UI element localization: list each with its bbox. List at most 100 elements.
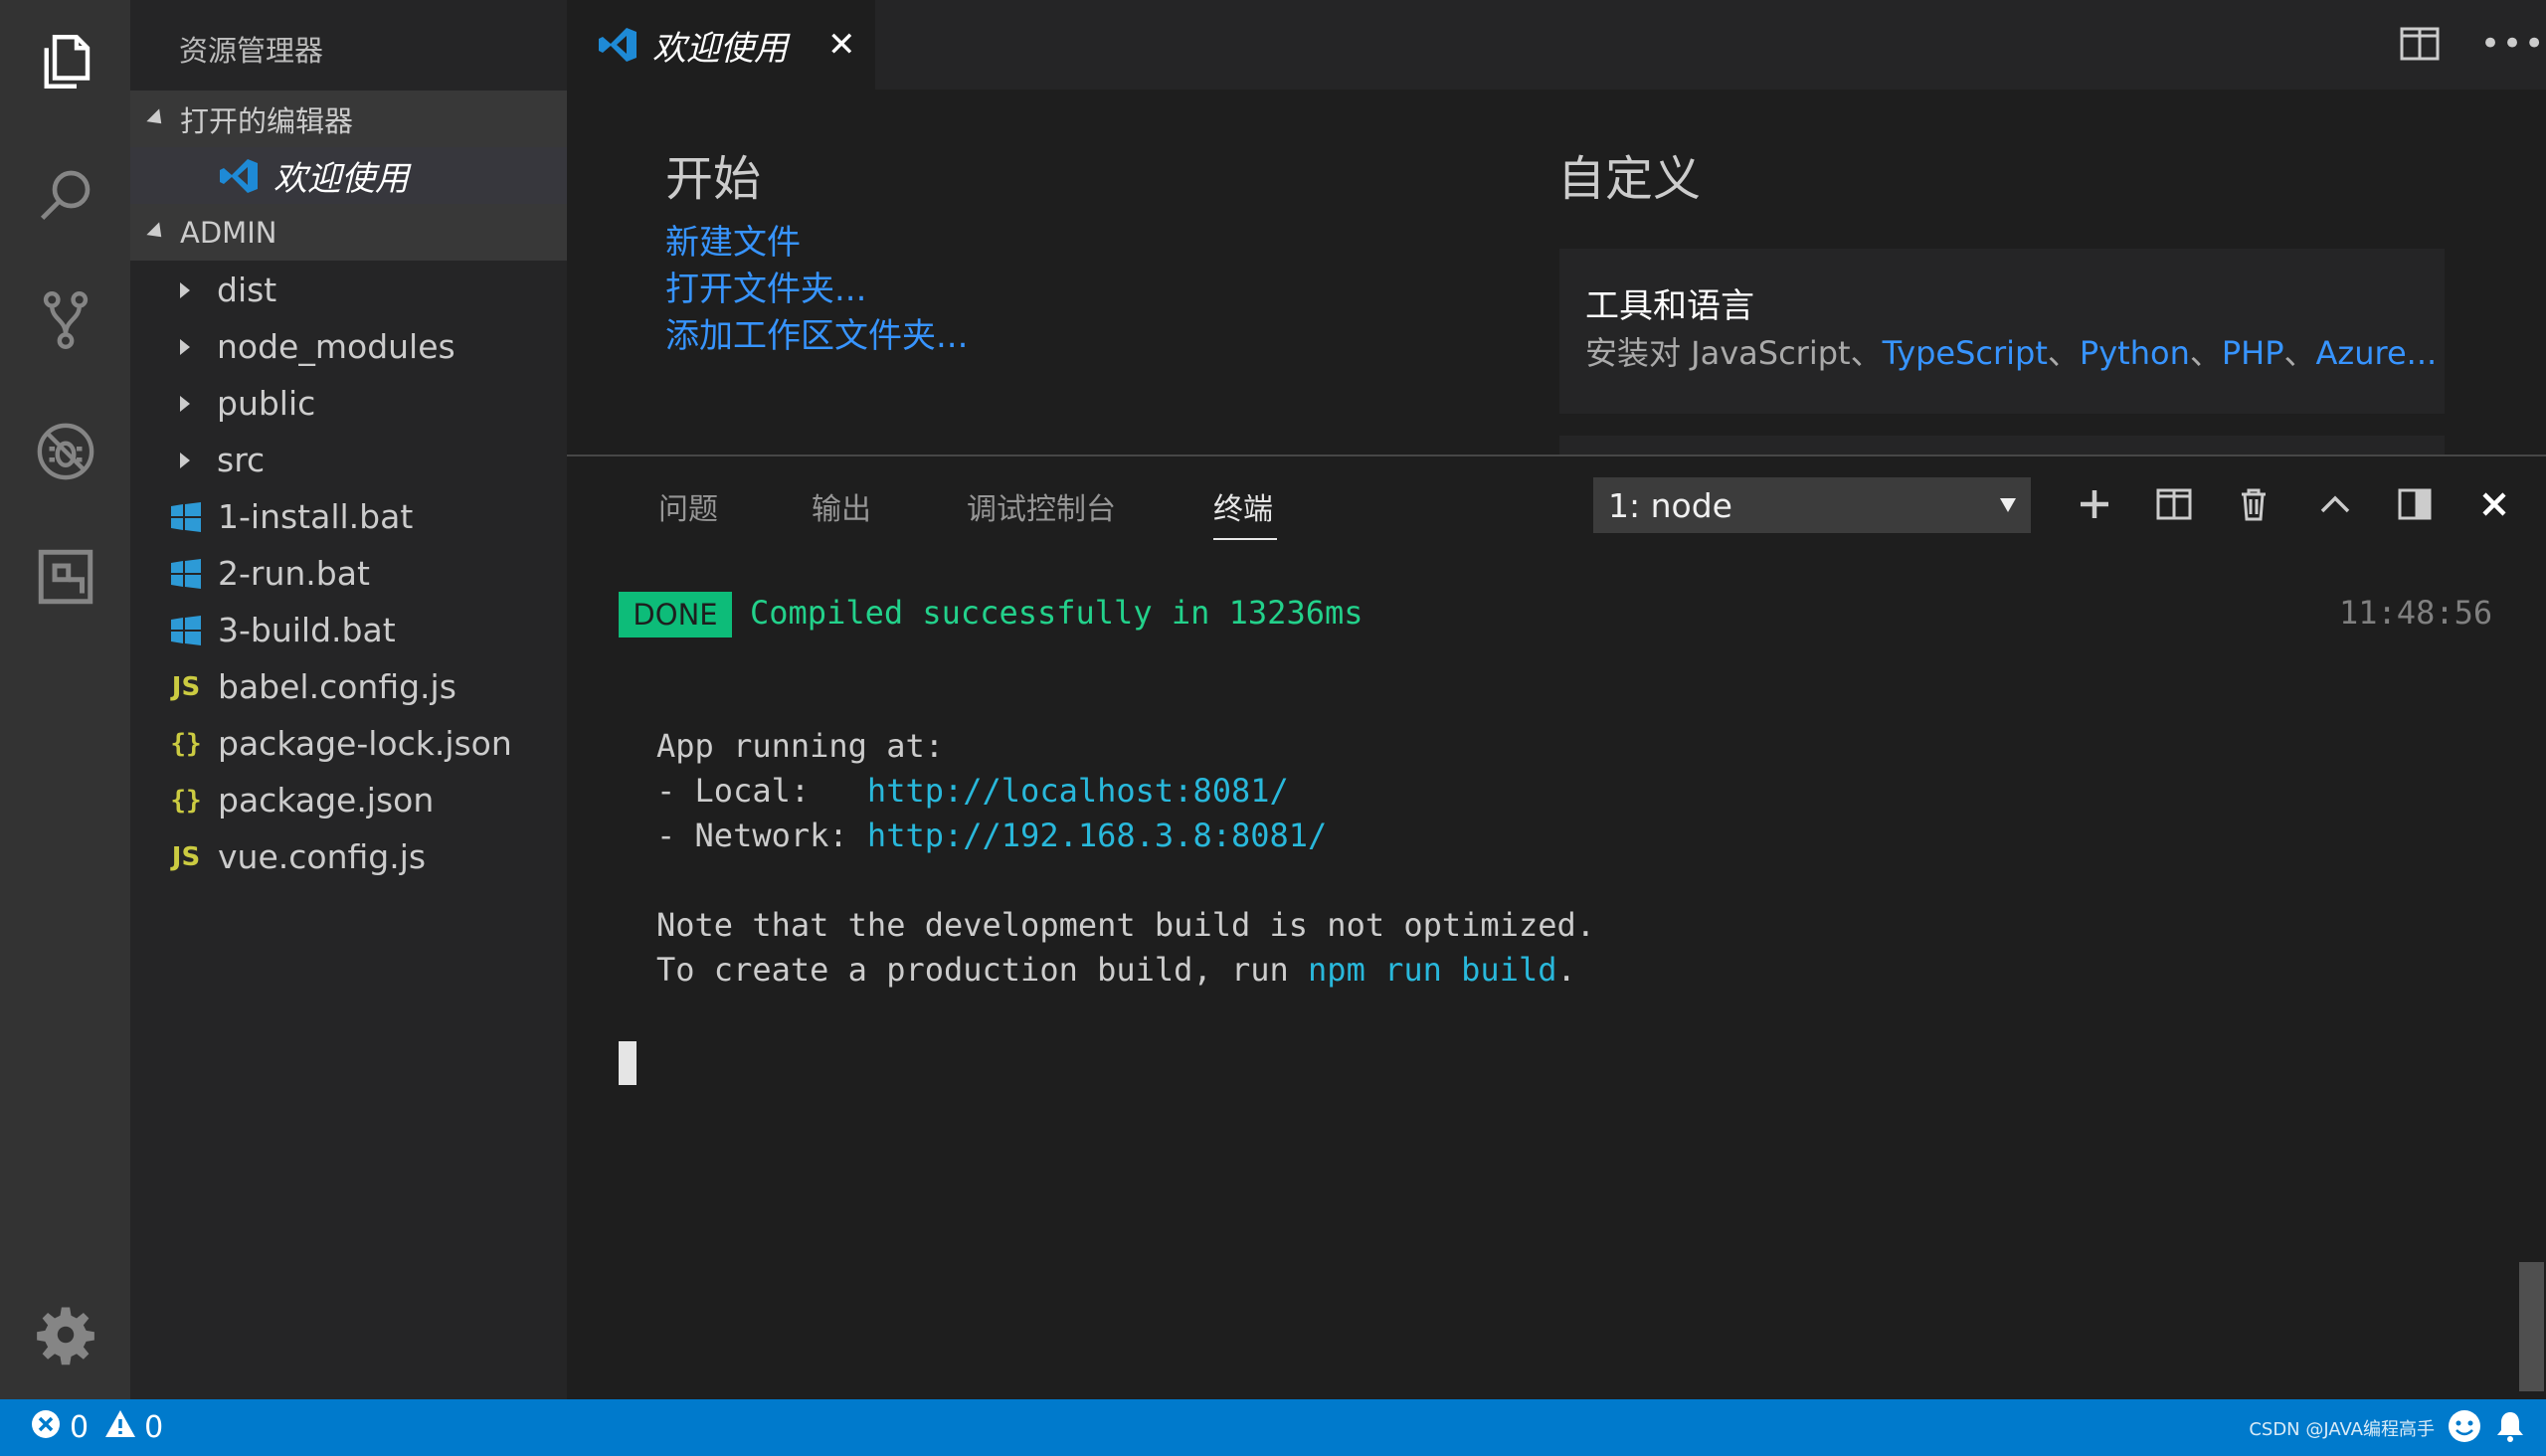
file-label: babel.config.js — [218, 667, 456, 706]
chevron-right-icon — [180, 395, 190, 412]
more-actions-icon[interactable]: ••• — [2480, 24, 2546, 64]
vscode-icon — [218, 157, 260, 195]
python-link[interactable]: Python — [2080, 334, 2190, 372]
note-line-2: To create a production build, run npm ru… — [656, 951, 1576, 989]
search-icon[interactable] — [0, 135, 130, 255]
file-label: vue.config.js — [218, 837, 427, 876]
folder-label: public — [217, 384, 316, 423]
tab-problems[interactable]: 问题 — [658, 484, 718, 528]
tree-folder-dist[interactable]: dist — [130, 262, 567, 318]
tree-file-package-json[interactable]: {} package.json — [130, 772, 567, 828]
tab-output[interactable]: 输出 — [812, 484, 871, 528]
feedback-icon[interactable] — [2447, 1408, 2482, 1448]
debug-icon[interactable] — [0, 392, 130, 511]
app-running-text: App running at: — [656, 727, 944, 765]
workspace-section[interactable]: ADMIN — [130, 204, 567, 261]
tree-folder-src[interactable]: src — [130, 432, 567, 488]
tab-welcome[interactable]: 欢迎使用 ✕ — [567, 0, 875, 90]
windows-icon — [168, 615, 204, 646]
explorer-icon[interactable] — [0, 2, 130, 121]
customize-heading: 自定义 — [1557, 151, 1702, 207]
extensions-icon[interactable] — [0, 517, 130, 637]
start-heading: 开始 — [665, 151, 762, 207]
tab-label: 欢迎使用 — [652, 28, 788, 69]
npm-command: npm run build — [1308, 951, 1557, 989]
split-editor-icon[interactable] — [2400, 26, 2440, 66]
tree-file-babel-config[interactable]: JS babel.config.js — [130, 658, 567, 715]
gear-icon[interactable] — [0, 1275, 130, 1394]
error-icon — [30, 1408, 62, 1448]
compiled-message: Compiled successfully in 13236ms — [750, 594, 1364, 632]
source-control-icon[interactable] — [0, 261, 130, 380]
local-url-link[interactable]: http://localhost:8081/ — [867, 772, 1289, 810]
typescript-link[interactable]: TypeScript — [1883, 334, 2048, 372]
trash-icon[interactable] — [2222, 472, 2285, 536]
file-label: package.json — [218, 781, 435, 819]
activity-bar — [0, 0, 130, 1399]
new-terminal-icon[interactable] — [2063, 472, 2126, 536]
chevron-right-icon — [180, 452, 190, 468]
windows-icon — [168, 501, 204, 533]
azure-link[interactable]: Azure... — [2316, 334, 2438, 372]
note-line-1: Note that the development build is not o… — [656, 906, 1596, 944]
tools-languages-card[interactable]: 工具和语言 安装对 JavaScript、TypeScript、Python、P… — [1559, 249, 2445, 414]
open-editor-item[interactable]: 欢迎使用 — [130, 147, 567, 204]
file-label: 3-build.bat — [218, 611, 396, 649]
tree-folder-public[interactable]: public — [130, 375, 567, 432]
toggle-panel-position-icon[interactable] — [2383, 472, 2447, 536]
network-label: - Network: — [656, 817, 867, 854]
split-terminal-icon[interactable] — [2142, 472, 2206, 536]
json-icon: {} — [170, 728, 202, 759]
local-line: - Local: http://localhost:8081/ — [656, 772, 1289, 810]
tab-terminal[interactable]: 终端 — [1213, 484, 1273, 528]
terminal-cursor — [619, 1041, 636, 1085]
tree-file-1-install-bat[interactable]: 1-install.bat — [130, 488, 567, 545]
folder-label: src — [217, 441, 266, 479]
problems-status[interactable]: 0 0 — [30, 1408, 163, 1448]
php-link[interactable]: PHP — [2222, 334, 2284, 372]
timestamp: 11:48:56 — [2339, 594, 2493, 632]
active-tab-indicator — [1213, 538, 1277, 540]
file-label: 2-run.bat — [218, 554, 370, 593]
network-url-link[interactable]: http://192.168.3.8:8081/ — [867, 817, 1327, 854]
add-workspace-folder-link[interactable]: 添加工作区文件夹... — [665, 308, 968, 357]
tree-file-3-build-bat[interactable]: 3-build.bat — [130, 602, 567, 658]
watermark: CSDN @JAVA编程高手 — [2249, 1418, 2435, 1440]
new-file-link[interactable]: 新建文件 — [665, 215, 801, 264]
note-suffix: . — [1556, 951, 1576, 989]
next-card — [1559, 436, 2445, 455]
tree-file-vue-config[interactable]: JS vue.config.js — [130, 828, 567, 885]
terminal-select-value: 1: node — [1608, 485, 1732, 525]
terminal-scrollbar[interactable] — [2519, 1262, 2544, 1391]
done-badge: DONE — [619, 592, 732, 637]
separator: 、 — [2283, 334, 2316, 372]
open-folder-link[interactable]: 打开文件夹... — [665, 262, 866, 310]
tree-folder-node-modules[interactable]: node_modules — [130, 318, 567, 375]
vscode-icon — [597, 26, 638, 64]
bell-icon[interactable] — [2494, 1409, 2526, 1447]
close-icon[interactable]: ✕ — [827, 25, 856, 65]
close-icon[interactable] — [2462, 472, 2526, 536]
tab-debug-console[interactable]: 调试控制台 — [967, 484, 1116, 528]
folder-label: dist — [217, 271, 277, 309]
chevron-right-icon — [180, 338, 190, 355]
terminal-select[interactable]: 1: node — [1593, 477, 2031, 533]
note-prefix: To create a production build, run — [656, 951, 1309, 989]
card-title: 工具和语言 — [1585, 286, 1754, 326]
tree-file-package-lock[interactable]: {} package-lock.json — [130, 715, 567, 772]
json-icon: {} — [170, 785, 202, 816]
warning-count: 0 — [144, 1410, 164, 1445]
status-right: CSDN @JAVA编程高手 — [2249, 1399, 2526, 1456]
tree-file-2-run-bat[interactable]: 2-run.bat — [130, 545, 567, 602]
card-prefix: 安装对 JavaScript、 — [1585, 334, 1883, 372]
network-line: - Network: http://192.168.3.8:8081/ — [656, 817, 1327, 854]
editor-tab-bar: 欢迎使用 ✕ ••• — [567, 0, 2546, 90]
welcome-page: 开始 新建文件 打开文件夹... 添加工作区文件夹... 自定义 工具和语言 安… — [567, 90, 2546, 455]
file-label: package-lock.json — [218, 724, 512, 763]
maximize-panel-icon[interactable] — [2303, 472, 2367, 536]
warning-icon — [104, 1408, 136, 1448]
js-icon: JS — [171, 841, 201, 872]
open-editors-section[interactable]: 打开的编辑器 — [130, 91, 567, 147]
bottom-panel: 问题 输出 调试控制台 终端 1: node DONE Compiled suc… — [567, 455, 2546, 1399]
open-editor-label: 欢迎使用 — [273, 159, 409, 199]
